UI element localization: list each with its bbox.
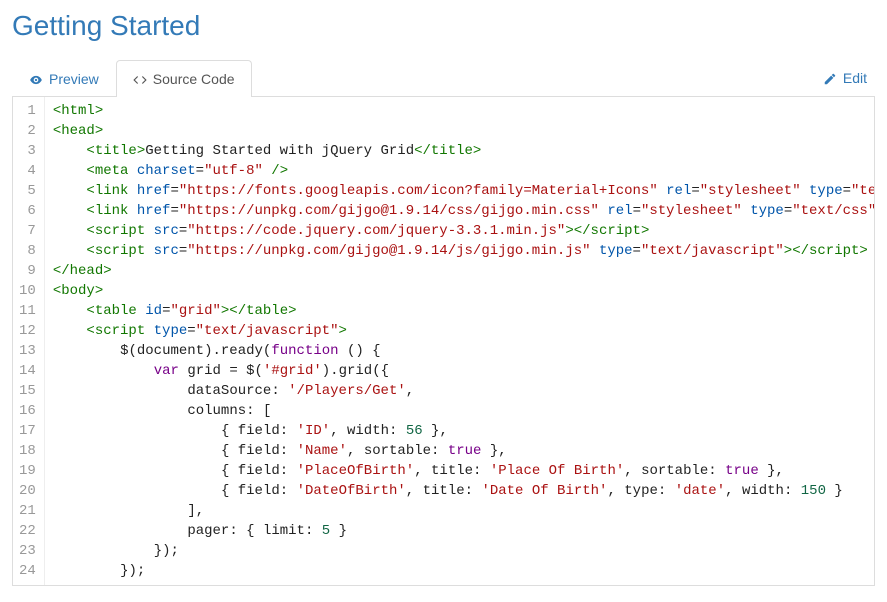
code-line: <html>	[53, 101, 866, 121]
eye-icon	[29, 71, 43, 87]
tab-bar: Preview Source Code Edit	[12, 60, 875, 97]
code-line: var grid = $('#grid').grid({	[53, 361, 866, 381]
tab-preview-label: Preview	[49, 71, 99, 87]
code-line: });	[53, 541, 866, 561]
page-title: Getting Started	[12, 0, 875, 60]
tab-preview[interactable]: Preview	[12, 60, 116, 97]
code-editor[interactable]: 123456789101112131415161718192021222324 …	[12, 97, 875, 586]
code-line: <script src="https://code.jquery.com/jqu…	[53, 221, 866, 241]
code-line: <table id="grid"></table>	[53, 301, 866, 321]
code-line: <meta charset="utf-8" />	[53, 161, 866, 181]
code-line: <body>	[53, 281, 866, 301]
code-line: pager: { limit: 5 }	[53, 521, 866, 541]
code-line: <script src="https://unpkg.com/gijgo@1.9…	[53, 241, 866, 261]
tab-source[interactable]: Source Code	[116, 60, 252, 97]
pencil-icon	[823, 70, 837, 86]
code-line: </head>	[53, 261, 866, 281]
code-line: columns: [	[53, 401, 866, 421]
code-line: { field: 'PlaceOfBirth', title: 'Place O…	[53, 461, 866, 481]
code-line: dataSource: '/Players/Get',	[53, 381, 866, 401]
code-line: <head>	[53, 121, 866, 141]
code-icon	[133, 71, 147, 87]
code-line: { field: 'Name', sortable: true },	[53, 441, 866, 461]
code-line: <title>Getting Started with jQuery Grid<…	[53, 141, 866, 161]
edit-button[interactable]: Edit	[823, 60, 875, 96]
tab-source-label: Source Code	[153, 71, 235, 87]
code-line: { field: 'DateOfBirth', title: 'Date Of …	[53, 481, 866, 501]
code-line: { field: 'ID', width: 56 },	[53, 421, 866, 441]
line-gutter: 123456789101112131415161718192021222324	[13, 97, 45, 585]
code-line: $(document).ready(function () {	[53, 341, 866, 361]
code-line: <script type="text/javascript">	[53, 321, 866, 341]
code-line: });	[53, 561, 866, 581]
code-line: <link href="https://unpkg.com/gijgo@1.9.…	[53, 201, 866, 221]
edit-label: Edit	[843, 70, 867, 86]
code-content: <html><head> <title>Getting Started with…	[45, 97, 874, 585]
code-line: <link href="https://fonts.googleapis.com…	[53, 181, 866, 201]
code-line: ],	[53, 501, 866, 521]
